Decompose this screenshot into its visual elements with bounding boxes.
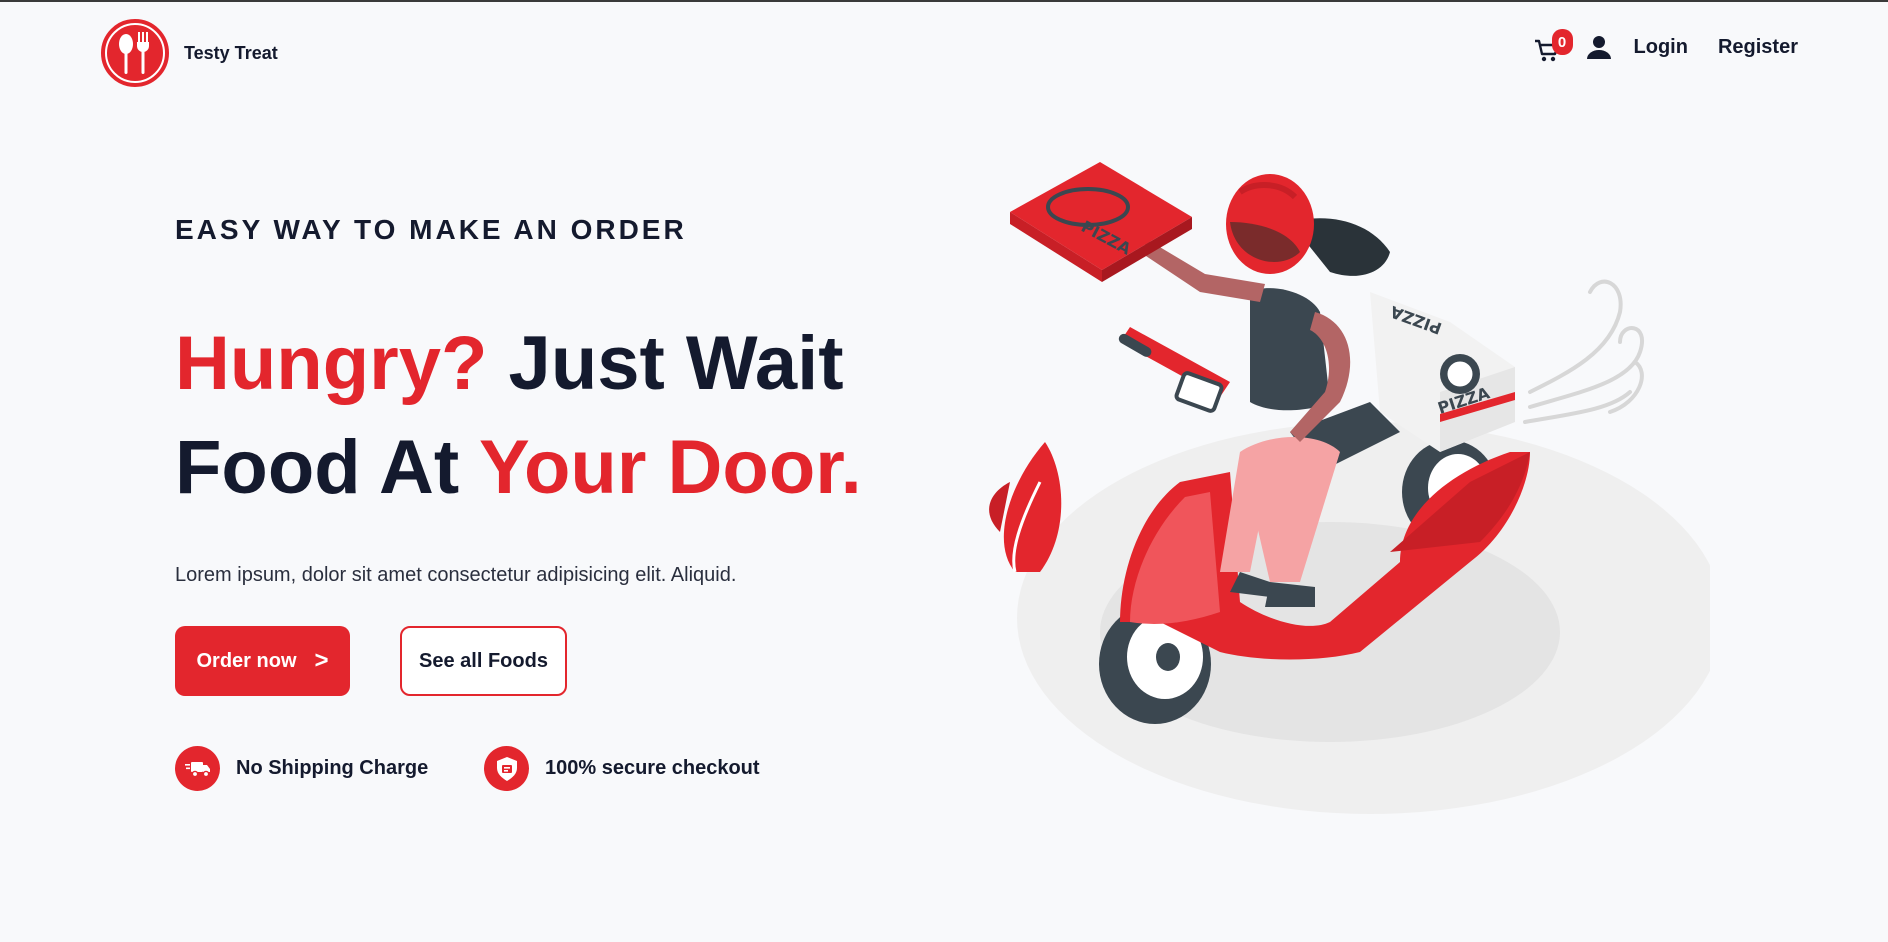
user-icon[interactable] [1586, 34, 1612, 60]
order-now-label: Order now [196, 649, 297, 672]
brand-logo[interactable]: Testy Treat [100, 18, 278, 88]
headline-food-at: Food At [175, 425, 479, 510]
secure-shield-icon [484, 746, 529, 791]
hero-description: Lorem ipsum, dolor sit amet consectetur … [175, 564, 737, 586]
headline-your-door: Your Door. [478, 425, 862, 510]
register-link[interactable]: Register [1718, 36, 1798, 59]
feature-secure-checkout: 100% secure checkout [484, 746, 760, 791]
feature-label: 100% secure checkout [545, 757, 760, 779]
feature-no-shipping: No Shipping Charge [175, 746, 428, 791]
feature-label: No Shipping Charge [236, 757, 429, 779]
hero-eyebrow: EASY WAY TO MAKE AN ORDER [175, 214, 687, 245]
scooter-pizza-delivery-illustration: PIZZA PIZZA PIZZA [989, 162, 1710, 814]
cart-button[interactable]: 0 [1534, 29, 1573, 62]
order-now-button[interactable]: Order now > [175, 626, 350, 696]
headline-just-wait: Just Wait [487, 321, 844, 406]
hero-headline: Hungry? Just Wait Food At Your Door. [175, 312, 862, 520]
login-link[interactable]: Login [1634, 36, 1688, 59]
see-all-foods-button[interactable]: See all Foods [400, 626, 567, 696]
arrow-right-icon: > [314, 647, 329, 674]
cart-count-badge: 0 [1551, 29, 1573, 55]
brand-name: Testy Treat [184, 42, 278, 63]
spoon-fork-icon [101, 19, 169, 87]
delivery-truck-icon [175, 746, 220, 791]
headline-hungry: Hungry? [175, 321, 488, 406]
top-nav: 0 Login Register [1534, 29, 1798, 62]
